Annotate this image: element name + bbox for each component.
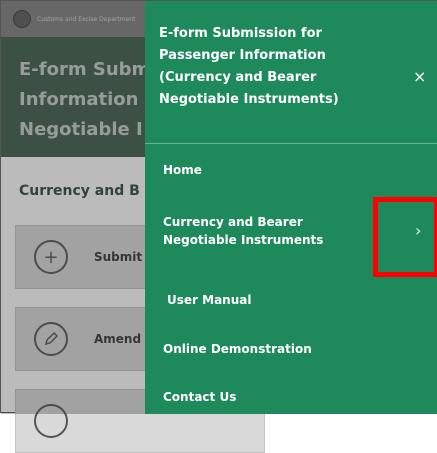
title-line: (Currency and Bearer xyxy=(159,70,317,85)
highlight-box xyxy=(373,197,437,277)
divider xyxy=(145,143,437,144)
title-line: E-form Submission for xyxy=(159,26,322,41)
menu-item-label: Negotiable Instruments xyxy=(163,233,324,247)
menu-item-user-manual[interactable]: User Manual xyxy=(167,291,251,309)
menu-item-currency[interactable]: Currency and Bearer Negotiable Instrumen… xyxy=(163,213,323,249)
close-icon[interactable]: × xyxy=(413,67,426,86)
menu-item-online-demo[interactable]: Online Demonstration xyxy=(163,340,312,358)
drawer-title: E-form Submission for Passenger Informat… xyxy=(159,23,379,111)
menu-item-contact[interactable]: Contact Us xyxy=(163,388,236,406)
title-line: Passenger Information xyxy=(159,48,326,63)
title-line: Negotiable Instruments) xyxy=(159,92,339,107)
menu-item-home[interactable]: Home xyxy=(163,161,202,179)
menu-item-label: Currency and Bearer xyxy=(163,215,303,229)
